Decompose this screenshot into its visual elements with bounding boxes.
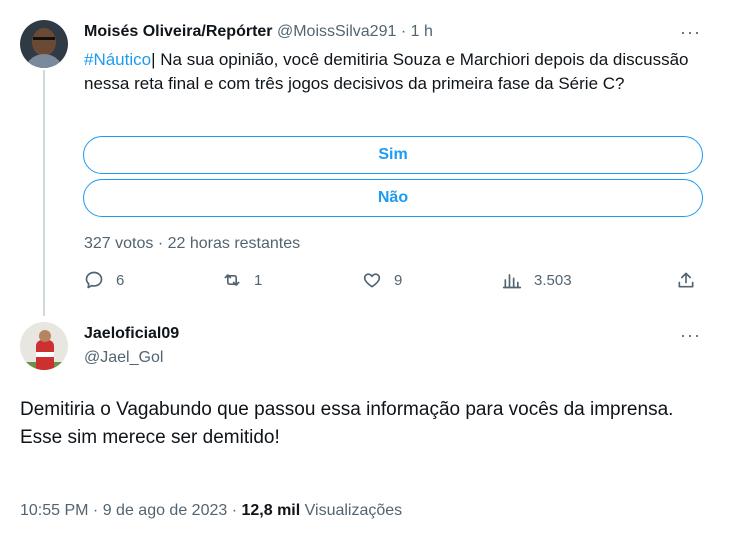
tweet-views-count: 12,8 mil	[241, 502, 301, 519]
avatar-jersey-stripe	[36, 352, 54, 357]
like-count: 9	[394, 271, 403, 289]
retweet-button[interactable]: 1	[222, 270, 262, 290]
views-button[interactable]: 3.503	[502, 270, 572, 290]
hashtag-link[interactable]: #Náutico	[84, 50, 151, 69]
author-avatar[interactable]	[20, 20, 68, 68]
tweet-text-body: | Na sua opinião, você demitiria Souza e…	[84, 50, 689, 93]
reply-text-line: Demitiria o Vagabundo que passou essa in…	[20, 399, 674, 420]
poll-remaining: · 22 horas restantes	[153, 235, 301, 252]
poll-option-sim[interactable]: Sim	[83, 136, 703, 174]
poll-option-nao[interactable]: Não	[83, 179, 703, 217]
views-count: 3.503	[534, 271, 572, 289]
tweet-actions: 6 1 9 3.503	[84, 270, 704, 298]
tweet-time[interactable]: 10:55 PM	[20, 502, 88, 519]
reply-tweet-text: Demitiria o Vagabundo que passou essa in…	[20, 396, 720, 452]
avatar-face	[32, 28, 56, 56]
tweet-timestamp[interactable]: 1 h	[411, 23, 433, 40]
reply-author-name[interactable]: Jaeloficial09	[84, 325, 179, 343]
tweet-views-label: Visualizações	[304, 502, 403, 519]
reply-button[interactable]: 6	[84, 270, 124, 290]
reply-text-line: Esse sim merece ser demitido!	[20, 427, 280, 448]
tweet-date[interactable]: 9 de ago de 2023	[103, 502, 228, 519]
heart-icon	[363, 273, 381, 288]
more-options-icon[interactable]: ···	[680, 22, 701, 43]
like-button[interactable]: 9	[362, 270, 402, 290]
tweet-footer: 10:55 PM · 9 de ago de 2023 · 12,8 mil V…	[20, 502, 402, 520]
tweet-header: Moisés Oliveira/Repórter @MoissSilva291 …	[84, 23, 433, 41]
poll-votes: 327 votos	[84, 235, 154, 252]
analytics-icon	[502, 274, 522, 289]
header-separator: ·	[396, 23, 411, 40]
avatar-head	[39, 330, 51, 342]
avatar-glasses	[33, 37, 55, 42]
share-button[interactable]	[676, 270, 708, 290]
reply-count: 6	[116, 271, 125, 289]
thread-connector-line	[43, 70, 45, 316]
author-name[interactable]: Moisés Oliveira/Repórter	[84, 23, 273, 40]
reply-author-avatar[interactable]	[20, 322, 68, 370]
retweet-count: 1	[254, 271, 263, 289]
reply-author-handle[interactable]: @Jael_Gol	[84, 349, 163, 367]
author-handle[interactable]: @MoissSilva291	[277, 23, 396, 40]
reply-icon	[85, 271, 103, 289]
more-options-icon[interactable]: ···	[680, 325, 701, 346]
tweet-text: #Náutico| Na sua opinião, você demitiria…	[84, 48, 704, 96]
footer-separator: ·	[88, 502, 103, 519]
retweet-icon	[224, 274, 240, 286]
poll-summary: 327 votos · 22 horas restantes	[84, 235, 300, 253]
avatar-shirt	[24, 54, 64, 68]
footer-separator: ·	[227, 502, 242, 519]
share-icon	[678, 272, 694, 288]
